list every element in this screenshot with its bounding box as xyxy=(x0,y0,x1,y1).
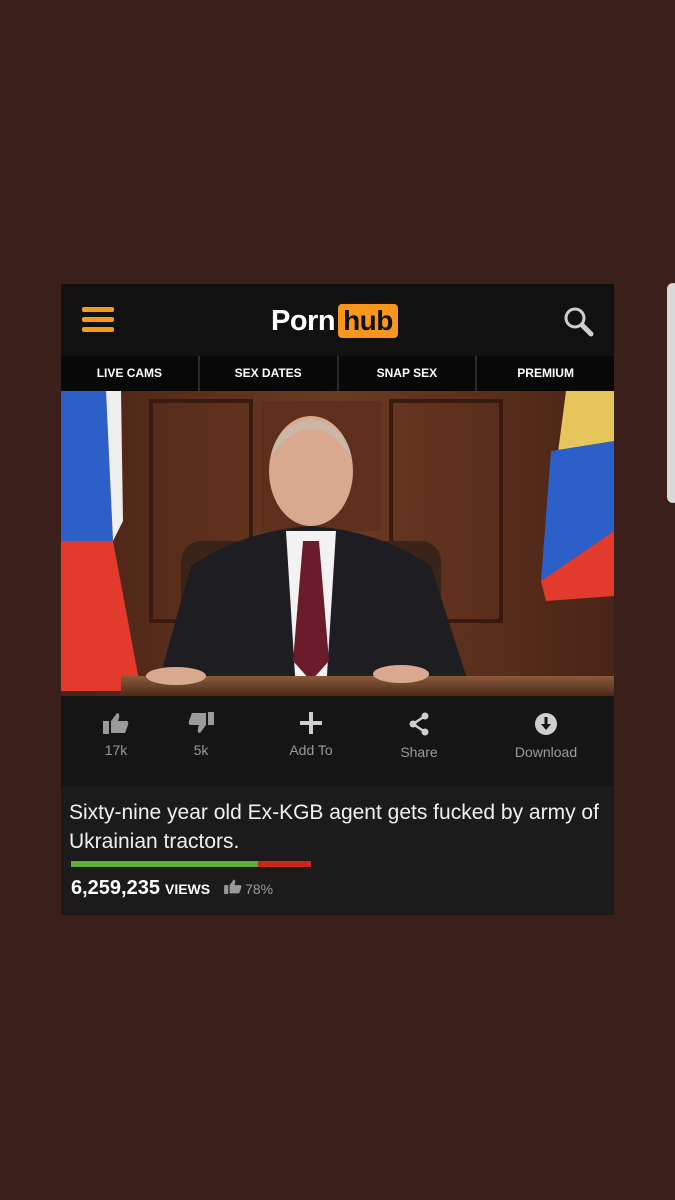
share-label: Share xyxy=(400,744,438,760)
logo-text-hub: hub xyxy=(338,304,398,338)
hamburger-menu-icon[interactable] xyxy=(82,305,114,335)
share-icon xyxy=(409,712,429,736)
thumbs-up-icon xyxy=(103,713,129,734)
video-player[interactable] xyxy=(61,391,614,696)
rating-thumbs-up-icon xyxy=(224,879,242,899)
video-stats: 6,259,235 VIEWS 78% xyxy=(71,877,273,903)
video-title[interactable]: Sixty-nine year old Ex-KGB agent gets fu… xyxy=(69,798,609,856)
rating-bar-fill xyxy=(71,861,259,867)
download-label: Download xyxy=(514,744,578,760)
screenshot-frame: Porn hub LIVE CAMS SEX DATES SNAP SEX PR… xyxy=(61,284,614,915)
download-button[interactable]: Download xyxy=(506,712,586,760)
nav-sex-dates[interactable]: SEX DATES xyxy=(200,356,339,391)
logo-text-porn: Porn xyxy=(271,304,336,337)
rating-bar xyxy=(71,861,311,867)
plus-icon xyxy=(300,712,322,734)
likes-count: 17k xyxy=(104,742,128,758)
views-label: VIEWS xyxy=(164,881,211,897)
share-button[interactable]: Share xyxy=(389,712,449,760)
nav-snap-sex[interactable]: SNAP SEX xyxy=(339,356,478,391)
views-count: 6,259,235 xyxy=(71,877,160,899)
nav-live-cams[interactable]: LIVE CAMS xyxy=(61,356,200,391)
add-to-button[interactable]: Add To xyxy=(276,712,346,758)
like-button[interactable]: 17k xyxy=(91,712,141,758)
video-actions-bar: 17k 5k Add To Share Download xyxy=(61,696,614,786)
category-nav: LIVE CAMS SEX DATES SNAP SEX PREMIUM xyxy=(61,356,614,391)
site-logo[interactable]: Porn hub xyxy=(271,303,398,339)
download-icon xyxy=(535,713,557,735)
dislikes-count: 5k xyxy=(193,742,209,758)
dislike-button[interactable]: 5k xyxy=(176,712,226,758)
nav-premium[interactable]: PREMIUM xyxy=(477,356,614,391)
rating-percent: 78% xyxy=(245,881,274,897)
search-icon[interactable] xyxy=(559,302,599,342)
video-thumbnail xyxy=(61,391,614,696)
add-to-label: Add To xyxy=(289,742,333,758)
thumbs-down-icon xyxy=(188,712,214,733)
top-bar: Porn hub xyxy=(61,284,614,356)
side-scroll-handle[interactable] xyxy=(667,283,675,503)
